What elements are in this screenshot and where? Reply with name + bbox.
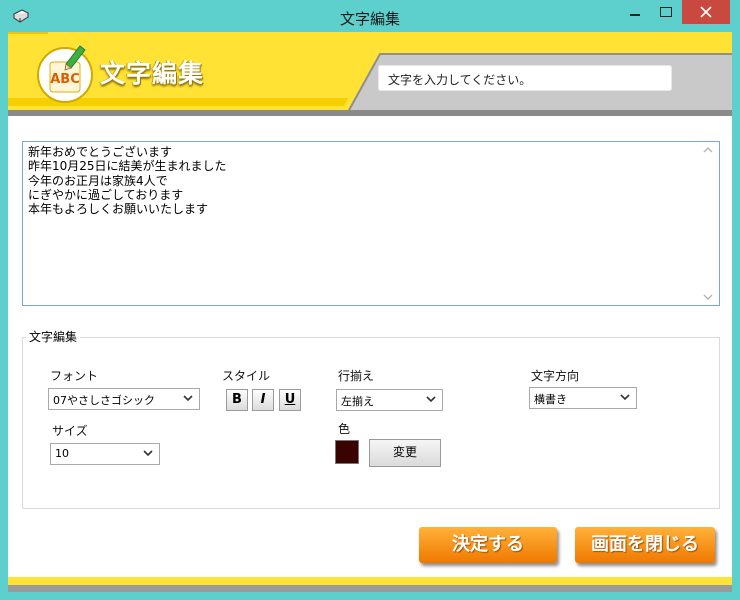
banner-shadow xyxy=(8,110,732,116)
dialog-window: 文字編集 ABC 文字編集 文字を入力してください。 新年おめでとうございます … xyxy=(0,0,740,600)
font-label: フォント xyxy=(50,369,99,383)
chevron-down-icon xyxy=(620,394,630,401)
close-window-button[interactable] xyxy=(682,0,730,24)
close-icon xyxy=(700,6,712,18)
size-label: サイズ xyxy=(52,424,88,438)
align-value: 左揃え xyxy=(341,395,374,408)
group-title: 文字編集 xyxy=(26,328,81,345)
bold-button[interactable]: B xyxy=(226,389,248,411)
maximize-button[interactable] xyxy=(652,0,680,24)
chevron-down-icon xyxy=(426,396,436,403)
pencil-abc-icon: ABC xyxy=(37,45,93,103)
text-editor[interactable]: 新年おめでとうございます 昨年10月25日に結美が生まれました 今年のお正月は家… xyxy=(22,141,720,306)
hint-text: 文字を入力してください。 xyxy=(388,73,532,87)
footer-shadow xyxy=(8,585,732,592)
align-select[interactable]: 左揃え xyxy=(336,389,443,411)
italic-button[interactable]: I xyxy=(252,389,274,411)
minimize-icon xyxy=(630,14,640,16)
size-select[interactable]: 10 xyxy=(50,443,160,465)
maximize-icon xyxy=(660,7,672,17)
header-banner: ABC 文字編集 文字を入力してください。 xyxy=(8,32,732,112)
direction-label: 文字方向 xyxy=(531,369,580,383)
align-label: 行揃え xyxy=(338,369,375,383)
font-value: 07やさしさゴシック xyxy=(53,394,155,407)
hint-box: 文字を入力してください。 xyxy=(378,65,672,91)
chevron-down-icon xyxy=(183,395,193,402)
color-swatch[interactable] xyxy=(335,440,359,464)
confirm-button[interactable]: 決定する xyxy=(419,527,557,563)
direction-select[interactable]: 横書き xyxy=(529,387,637,409)
scroll-down-icon[interactable] xyxy=(703,294,713,300)
editor-content[interactable]: 新年おめでとうございます 昨年10月25日に結美が生まれました 今年のお正月は家… xyxy=(28,145,227,216)
scroll-up-icon[interactable] xyxy=(703,147,713,153)
size-value: 10 xyxy=(55,447,69,460)
footer-stripe xyxy=(8,577,732,585)
chevron-down-icon xyxy=(143,450,153,457)
banner-title: 文字編集 xyxy=(100,59,205,88)
text-settings-group xyxy=(22,337,720,509)
change-color-button[interactable]: 変更 xyxy=(369,439,441,467)
title-bar[interactable]: 文字編集 xyxy=(0,0,740,32)
underline-button[interactable]: U xyxy=(279,389,301,411)
font-select[interactable]: 07やさしさゴシック xyxy=(48,388,200,410)
dialog-body: ABC 文字編集 文字を入力してください。 新年おめでとうございます 昨年10月… xyxy=(8,32,732,592)
minimize-button[interactable] xyxy=(620,0,650,24)
logo-text: ABC xyxy=(50,72,80,87)
close-screen-button[interactable]: 画面を閉じる xyxy=(575,527,715,563)
style-label: スタイル xyxy=(222,369,271,383)
direction-value: 横書き xyxy=(534,393,567,406)
color-label: 色 xyxy=(338,422,351,436)
